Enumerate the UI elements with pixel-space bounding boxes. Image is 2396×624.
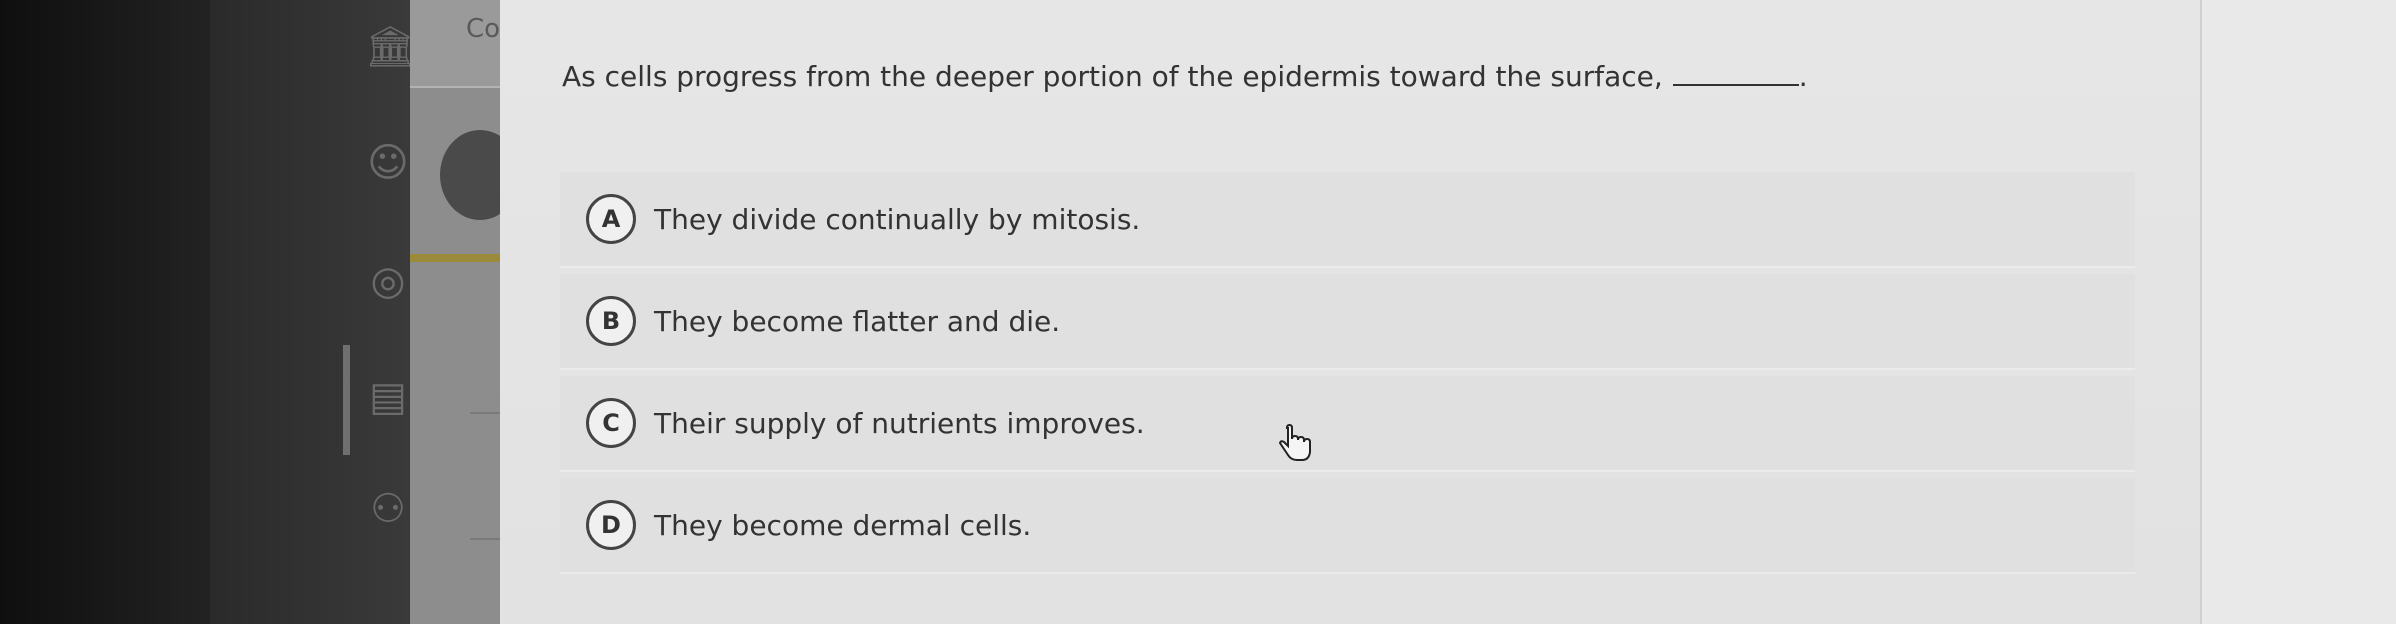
people-icon[interactable]: ⚇ — [365, 486, 411, 532]
option-text: They become dermal cells. — [654, 508, 1032, 542]
option-text: They divide continually by mitosis. — [654, 202, 1141, 236]
document-icon[interactable]: ▤ — [365, 374, 411, 420]
panel-accent-bar — [410, 254, 500, 262]
bank-icon[interactable]: 🏛 — [365, 24, 416, 70]
user-icon[interactable]: ☺ — [365, 140, 411, 186]
hand-pointer-icon — [1278, 424, 1311, 461]
answer-option-c[interactable]: C Their supply of nutrients improves. — [560, 376, 2135, 472]
secondary-panel — [410, 0, 500, 624]
right-margin — [2200, 0, 2396, 624]
option-text: They become flatter and die. — [654, 304, 1061, 338]
answer-option-b[interactable]: B They become flatter and die. — [560, 274, 2135, 370]
fill-in-blank — [1672, 84, 1799, 86]
panel-divider — [470, 412, 500, 414]
option-letter-badge: C — [586, 398, 636, 448]
option-letter-badge: B — [586, 296, 636, 346]
sidebar-active-indicator — [343, 345, 350, 455]
question-text: As cells progress from the deeper portio… — [562, 60, 1663, 93]
question-prompt: As cells progress from the deeper portio… — [562, 60, 1808, 93]
answer-option-d[interactable]: D They become dermal cells. — [560, 478, 2135, 574]
globe-icon[interactable]: ◎ — [365, 258, 411, 304]
option-letter-badge: D — [586, 500, 636, 550]
option-text: Their supply of nutrients improves. — [654, 406, 1145, 440]
answer-option-a[interactable]: A They divide continually by mitosis. — [560, 172, 2135, 268]
panel-divider — [470, 538, 500, 540]
question-end-punct: . — [1798, 60, 1808, 93]
panel-heading: Co — [466, 14, 501, 44]
option-letter-badge: A — [586, 194, 636, 244]
